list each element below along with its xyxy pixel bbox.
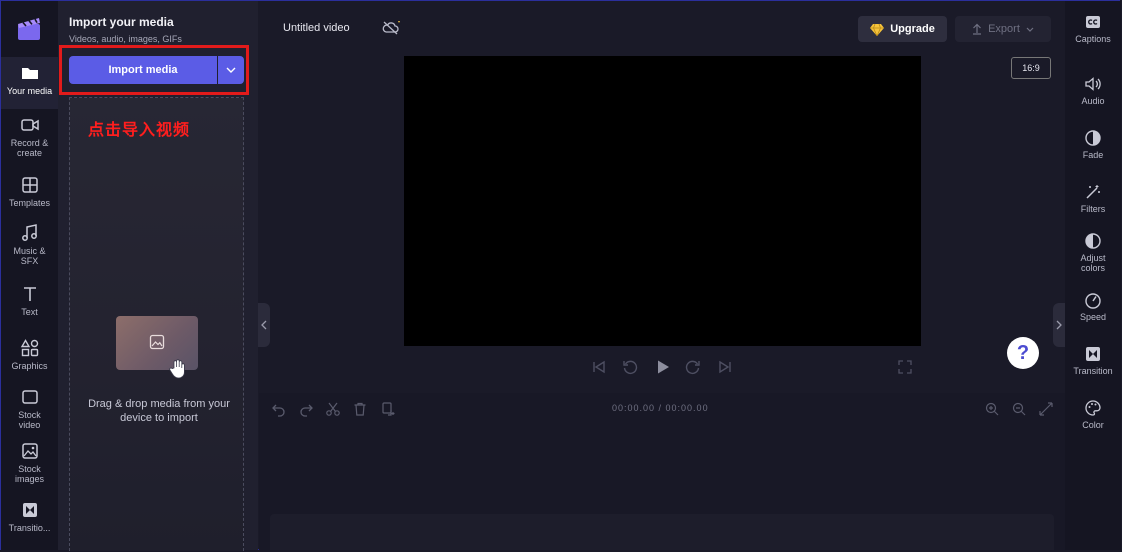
skip-back-icon[interactable]: [590, 358, 608, 376]
rewind-5s-icon[interactable]: [621, 358, 639, 376]
chevron-down-icon: [1026, 27, 1034, 32]
transition-icon: [20, 500, 40, 520]
rail-item-label: Stock images: [14, 464, 44, 484]
rail-item-label: Templates: [8, 198, 51, 208]
rail-item-stock-video[interactable]: Stock video: [1, 387, 58, 430]
rail-item-filters[interactable]: Filters: [1065, 183, 1121, 214]
rail-item-stock-images[interactable]: Stock images: [1, 441, 58, 484]
rail-item-adjust-colors[interactable]: Adjust colors: [1065, 232, 1121, 273]
rail-item-label: Color: [1082, 420, 1104, 430]
rail-item-label: Captions: [1075, 34, 1111, 44]
rail-item-templates[interactable]: Templates: [1, 175, 58, 208]
timeline-track[interactable]: [270, 514, 1054, 550]
rail-item-graphics[interactable]: Graphics: [1, 338, 58, 371]
filters-icon: [1084, 183, 1102, 201]
rail-item-label: Transition: [1073, 366, 1113, 376]
clipchamp-logo-icon: [15, 15, 43, 41]
drop-instructions: Drag & drop media from your device to im…: [88, 398, 230, 424]
annotation-text: 点击导入视频: [88, 122, 191, 139]
image-icon: [149, 334, 165, 350]
camera-icon: [20, 115, 40, 135]
export-button[interactable]: Export: [955, 16, 1051, 42]
stock-images-icon: [20, 441, 40, 461]
rail-item-audio[interactable]: Audio: [1065, 75, 1121, 106]
upload-icon: [972, 23, 982, 35]
rail-item-label: Speed: [1079, 312, 1107, 322]
media-panel: Import your media Videos, audio, images,…: [58, 1, 258, 551]
rail-item-label: Transitio...: [8, 523, 51, 533]
undo-icon[interactable]: [271, 401, 287, 417]
folder-icon: [20, 63, 40, 83]
duplicate-icon[interactable]: [380, 401, 396, 417]
adjust-colors-icon: [1084, 232, 1102, 250]
rail-item-label: Music & SFX: [13, 246, 46, 266]
graphics-icon: [20, 338, 40, 358]
speed-icon: [1084, 291, 1102, 309]
forward-5s-icon[interactable]: [684, 358, 702, 376]
split-scissors-icon[interactable]: [325, 401, 341, 417]
rail-item-captions[interactable]: Captions: [1065, 13, 1121, 44]
rail-item-label: Record & create: [10, 138, 49, 158]
time-readout: 00:00.00 / 00:00.00: [612, 403, 709, 413]
panel-title: Import your media: [69, 15, 174, 29]
right-properties-rail: Captions Audio Fade Filters Adjust color…: [1065, 1, 1121, 550]
rail-item-transitions[interactable]: Transitio...: [1, 500, 58, 533]
collapse-properties-button[interactable]: [1053, 303, 1065, 347]
play-icon[interactable]: [654, 358, 672, 376]
question-mark-icon: ?: [1016, 341, 1030, 364]
video-title[interactable]: Untitled video: [283, 22, 350, 34]
highlight-box: [59, 45, 249, 95]
rail-item-label: Filters: [1080, 204, 1106, 214]
fit-timeline-icon[interactable]: [1038, 401, 1054, 417]
upgrade-button[interactable]: Upgrade: [858, 16, 947, 42]
rail-item-text[interactable]: Text: [1, 284, 58, 317]
palette-icon: [1084, 399, 1102, 417]
panel-subtitle: Videos, audio, images, GIFs: [69, 34, 182, 44]
rail-item-label: Adjust colors: [1080, 253, 1106, 273]
delete-icon[interactable]: [352, 401, 368, 417]
upgrade-label: Upgrade: [890, 23, 935, 35]
hand-cursor-icon: [167, 358, 187, 380]
text-icon: [20, 284, 40, 304]
chevron-left-icon: [261, 320, 267, 330]
left-nav-rail: Your media Record & create Templates Mus…: [1, 1, 58, 550]
rail-item-label: Fade: [1082, 150, 1104, 160]
music-icon: [20, 223, 40, 243]
export-label: Export: [988, 23, 1020, 35]
speaker-icon: [1084, 75, 1102, 93]
video-preview[interactable]: [404, 56, 921, 346]
rail-item-fade[interactable]: Fade: [1065, 129, 1121, 160]
captions-icon: [1084, 13, 1102, 31]
help-button[interactable]: ?: [1007, 337, 1039, 369]
transition-icon: [1084, 345, 1102, 363]
templates-icon: [20, 175, 40, 195]
stock-video-icon: [20, 387, 40, 407]
rail-item-transition[interactable]: Transition: [1065, 345, 1121, 376]
zoom-in-icon[interactable]: [984, 401, 1000, 417]
redo-icon[interactable]: [298, 401, 314, 417]
chevron-right-icon: [1056, 320, 1062, 330]
cloud-sync-off-icon[interactable]: [382, 20, 400, 36]
rail-item-music-sfx[interactable]: Music & SFX: [1, 223, 58, 266]
rail-item-label: Stock video: [18, 410, 41, 430]
skip-forward-icon[interactable]: [716, 358, 734, 376]
collapse-panel-button[interactable]: [258, 303, 270, 347]
fullscreen-icon[interactable]: [898, 360, 912, 374]
rail-item-your-media[interactable]: Your media: [1, 57, 58, 109]
rail-item-speed[interactable]: Speed: [1065, 291, 1121, 322]
rail-item-record-create[interactable]: Record & create: [1, 115, 58, 158]
rail-item-label: Graphics: [11, 361, 48, 371]
rail-item-label: Your media: [6, 86, 53, 96]
rail-item-label: Audio: [1081, 96, 1105, 106]
zoom-out-icon[interactable]: [1011, 401, 1027, 417]
gem-icon: [870, 23, 885, 36]
aspect-ratio-button[interactable]: 16:9: [1011, 57, 1051, 79]
fade-icon: [1084, 129, 1102, 147]
rail-item-color[interactable]: Color: [1065, 399, 1121, 430]
rail-item-label: Text: [21, 307, 38, 317]
